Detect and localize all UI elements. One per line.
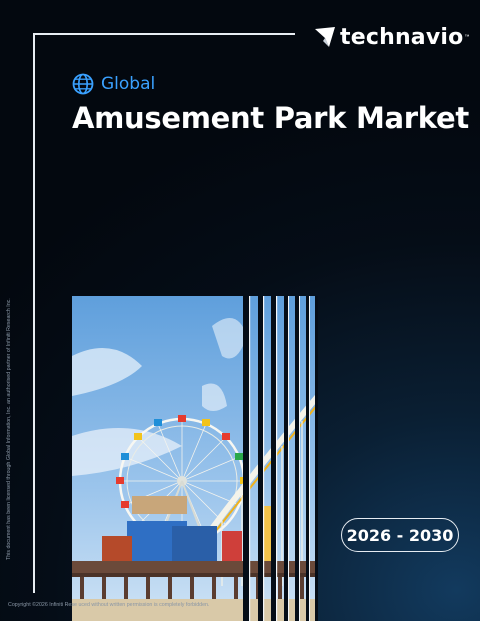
frame-top-line [33,33,295,35]
brand-trademark: ™ [464,34,470,40]
technavio-arrow-icon [315,27,335,47]
forecast-years-badge: 2026 - 2030 [341,518,459,552]
ferris-wheel-pier-photo [72,296,318,621]
region-label: Global [72,73,155,95]
region-text: Global [101,74,156,94]
report-title: Amusement Park Market [72,101,469,135]
brand-name: technavio [340,24,464,50]
license-side-note: This document has been licensed through … [6,298,12,560]
technavio-logo: technavio ™ [314,22,469,52]
copyright-notice: Copyright ©2026 Infiniti Rese uced witho… [8,602,210,608]
globe-icon [72,73,94,95]
frame-left-line [33,33,35,593]
